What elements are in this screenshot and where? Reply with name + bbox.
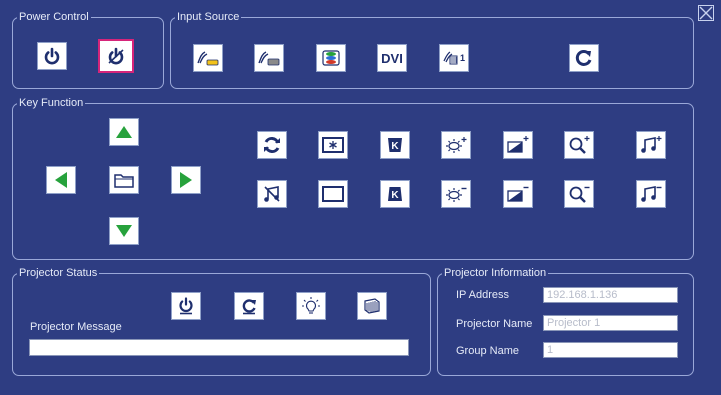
rgb-component-icon <box>322 50 340 66</box>
arrow-down-button[interactable] <box>109 217 139 245</box>
projector-message-field <box>29 339 409 356</box>
input-source-title: Input Source <box>177 11 240 23</box>
blank-button[interactable] <box>318 180 348 208</box>
power-on-icon <box>44 47 60 65</box>
power-off-icon <box>108 47 124 65</box>
status-lamp-button[interactable] <box>296 292 326 320</box>
arrow-left-button[interactable] <box>46 166 76 194</box>
lamp-status-icon <box>302 297 320 314</box>
input-component-button[interactable] <box>316 44 346 72</box>
power-off-button[interactable] <box>98 39 134 73</box>
input-auto-search-button[interactable] <box>569 44 599 72</box>
volume-plus-icon <box>641 136 662 153</box>
input-badge: 1 <box>459 53 465 63</box>
group-name-field[interactable] <box>543 342 678 358</box>
zoom-out-icon <box>569 186 590 203</box>
keystone-minus-icon: K <box>388 187 402 201</box>
brightness-minus-button[interactable] <box>441 180 471 208</box>
arrow-up-button[interactable] <box>109 118 139 146</box>
close-button[interactable] <box>698 5 714 21</box>
freeze-screen-icon <box>322 137 344 153</box>
group-name-label: Group Name <box>456 345 519 357</box>
ip-address-label: IP Address <box>456 289 509 301</box>
volume-minus-button[interactable] <box>636 180 666 208</box>
brightness-plus-button[interactable] <box>441 131 471 159</box>
status-temperature-button[interactable] <box>234 292 264 320</box>
brightness-minus-icon <box>446 187 467 202</box>
arrow-down-icon <box>116 225 132 237</box>
zoom-out-button[interactable] <box>564 180 594 208</box>
zoom-in-icon <box>569 136 590 154</box>
contrast-minus-icon <box>507 186 529 202</box>
zoom-in-button[interactable] <box>564 131 594 159</box>
status-power-button[interactable] <box>171 292 201 320</box>
keystone-plus-button[interactable]: K <box>380 131 410 159</box>
blank-screen-icon <box>322 186 344 202</box>
contrast-plus-button[interactable] <box>503 131 533 159</box>
folder-icon <box>114 174 134 188</box>
svideo-cable-icon <box>258 51 280 66</box>
arrow-up-icon <box>116 126 132 138</box>
contrast-plus-icon <box>507 136 529 153</box>
video-cable-icon <box>197 51 219 66</box>
power-control-title: Power Control <box>19 11 89 23</box>
mute-button[interactable] <box>257 180 287 208</box>
projector-status-title: Projector Status <box>19 267 98 279</box>
freeze-button[interactable] <box>318 131 348 159</box>
fan-status-icon <box>242 299 256 315</box>
projector-message-label: Projector Message <box>30 321 122 333</box>
status-filter-button[interactable] <box>357 292 387 320</box>
input-source-group: Input Source <box>170 11 694 89</box>
input-svideo-button[interactable] <box>254 44 284 72</box>
keystone-minus-button[interactable]: K <box>380 180 410 208</box>
auto-search-icon <box>575 49 592 66</box>
arrow-left-icon <box>55 172 67 188</box>
mute-icon <box>264 186 280 202</box>
contrast-minus-button[interactable] <box>503 180 533 208</box>
arrow-right-button[interactable] <box>171 166 201 194</box>
svg-text:K: K <box>391 190 399 201</box>
volume-minus-icon <box>641 186 662 202</box>
input-dvi-button[interactable]: DVI <box>377 44 407 72</box>
dvi-label: DVI <box>381 50 403 66</box>
projector-control-panel: Power Control Input Source DVI 1 Key Fun… <box>0 0 721 395</box>
power-control-group: Power Control <box>12 11 164 89</box>
sync-button[interactable] <box>257 131 287 159</box>
projector-name-label: Projector Name <box>456 318 533 330</box>
input-video-1-button[interactable]: 1 <box>439 44 469 72</box>
power-on-button[interactable] <box>37 42 67 70</box>
volume-plus-button[interactable] <box>636 131 666 159</box>
power-status-icon <box>179 297 193 315</box>
vga-cable-icon <box>443 51 458 65</box>
refresh-icon <box>264 136 280 154</box>
filter-status-icon <box>364 298 380 314</box>
input-video-button[interactable] <box>193 44 223 72</box>
projector-name-field[interactable] <box>543 315 678 331</box>
ip-address-field[interactable] <box>543 287 678 303</box>
menu-button[interactable] <box>109 166 139 194</box>
key-function-title: Key Function <box>19 97 84 109</box>
projector-information-title: Projector Information <box>444 267 547 279</box>
brightness-plus-icon <box>446 137 467 153</box>
arrow-right-icon <box>180 172 192 188</box>
svg-text:K: K <box>391 141 399 152</box>
keystone-icon: K <box>388 138 402 152</box>
close-icon <box>699 6 713 20</box>
